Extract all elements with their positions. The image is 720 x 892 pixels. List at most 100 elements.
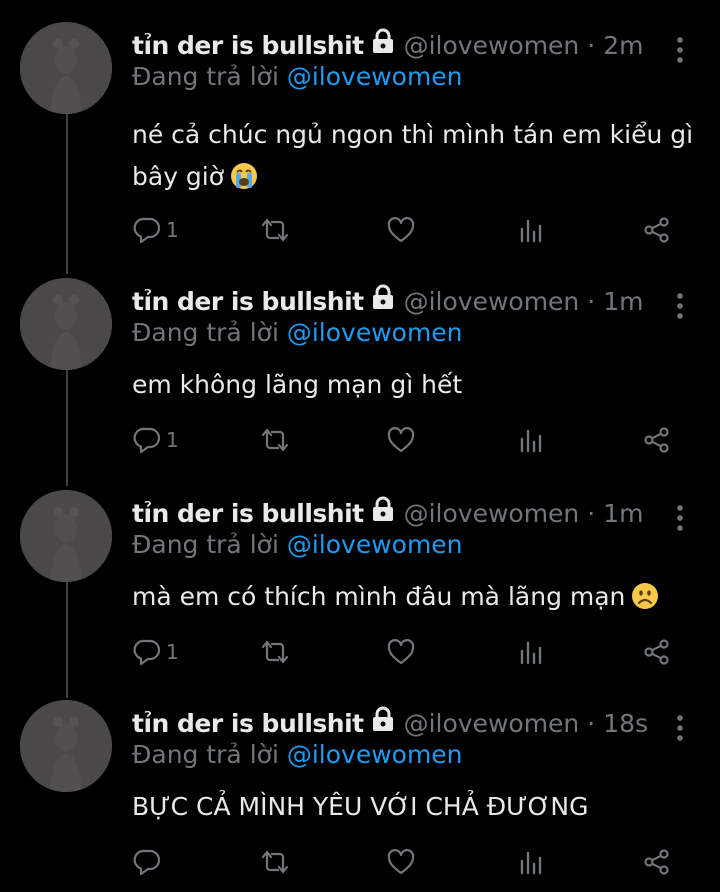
- tweet-text-line: mà em có thích mình đâu mà lãng mạn: [132, 576, 702, 618]
- heart-icon: [387, 639, 415, 665]
- reply-icon: [133, 427, 161, 454]
- tweet-text: em không lãng mạn gì hết: [132, 364, 702, 406]
- analytics-button[interactable]: [516, 424, 546, 456]
- tweet-text-line: bây giờ: [132, 156, 702, 198]
- more-vertical-icon[interactable]: [672, 714, 688, 744]
- share-button[interactable]: [642, 424, 672, 456]
- tweet-header: tỉn der is bullshit @ilovewomen · 1m: [132, 284, 644, 318]
- reply-icon: [133, 849, 161, 876]
- user-handle[interactable]: @ilovewomen: [404, 287, 580, 316]
- replying-to: Đang trả lời @ilovewomen: [132, 530, 463, 559]
- tweet[interactable]: tỉn der is bullshit @ilovewomen · 2m Đan…: [0, 22, 720, 260]
- reply-button[interactable]: [132, 846, 166, 878]
- replying-to-handle[interactable]: @ilovewomen: [287, 740, 463, 769]
- more-vertical-icon[interactable]: [672, 504, 688, 534]
- loudly-crying-face-icon: [231, 163, 258, 189]
- reply-icon: [133, 217, 161, 244]
- tweet-text-segment: bây giờ: [132, 162, 225, 191]
- reply-button[interactable]: 1: [132, 636, 179, 668]
- display-name[interactable]: tỉn der is bullshit: [132, 709, 364, 738]
- display-name[interactable]: tỉn der is bullshit: [132, 499, 364, 528]
- share-button[interactable]: [642, 214, 672, 246]
- user-handle[interactable]: @ilovewomen: [404, 31, 580, 60]
- share-icon: [644, 849, 669, 875]
- separator: ·: [587, 499, 596, 528]
- tweet-actions: 1: [132, 424, 692, 456]
- tweet-text-line: né cả chúc ngủ ngon thì mình tán em kiểu…: [132, 120, 694, 149]
- retweet-button[interactable]: [258, 846, 292, 878]
- tweet-text-segment: mà em có thích mình đâu mà lãng mạn: [132, 582, 626, 611]
- reply-button[interactable]: 1: [132, 214, 179, 246]
- tweet[interactable]: tỉn der is bullshit @ilovewomen · 18s Đa…: [0, 700, 720, 892]
- reply-count: 1: [166, 640, 179, 664]
- timestamp[interactable]: 1m: [603, 287, 643, 316]
- share-button[interactable]: [642, 846, 672, 878]
- timestamp[interactable]: 2m: [603, 31, 643, 60]
- replying-to-label: Đang trả lời: [132, 530, 279, 559]
- avatar-image: [20, 278, 112, 370]
- tweet[interactable]: tỉn der is bullshit @ilovewomen · 1m Đan…: [0, 278, 720, 476]
- like-button[interactable]: [386, 846, 416, 878]
- avatar-image: [20, 490, 112, 582]
- replying-to: Đang trả lời @ilovewomen: [132, 740, 463, 769]
- replying-to-handle[interactable]: @ilovewomen: [287, 62, 463, 91]
- retweet-button[interactable]: [258, 636, 292, 668]
- tweet-actions: 1: [132, 636, 692, 668]
- reply-count: 1: [166, 218, 179, 242]
- replying-to-label: Đang trả lời: [132, 318, 279, 347]
- avatar[interactable]: [20, 278, 112, 370]
- avatar-image: [20, 22, 112, 114]
- heart-icon: [387, 217, 415, 243]
- replying-to: Đang trả lời @ilovewomen: [132, 318, 463, 347]
- analytics-icon: [520, 429, 542, 453]
- retweet-icon: [261, 640, 289, 664]
- reply-count: 1: [166, 428, 179, 452]
- analytics-button[interactable]: [516, 214, 546, 246]
- replying-to-handle[interactable]: @ilovewomen: [287, 530, 463, 559]
- share-icon: [644, 639, 669, 665]
- frowning-face-icon: [632, 583, 659, 609]
- analytics-button[interactable]: [516, 846, 546, 878]
- display-name[interactable]: tỉn der is bullshit: [132, 31, 364, 60]
- separator: ·: [587, 287, 596, 316]
- user-handle[interactable]: @ilovewomen: [404, 499, 580, 528]
- more-vertical-icon[interactable]: [672, 292, 688, 322]
- tweet-text: né cả chúc ngủ ngon thì mình tán em kiểu…: [132, 114, 702, 198]
- share-icon: [644, 427, 669, 453]
- tweet-actions: [132, 846, 692, 878]
- tweet[interactable]: tỉn der is bullshit @ilovewomen · 1m Đan…: [0, 490, 720, 688]
- display-name[interactable]: tỉn der is bullshit: [132, 287, 364, 316]
- retweet-icon: [261, 218, 289, 242]
- share-button[interactable]: [642, 636, 672, 668]
- avatar[interactable]: [20, 22, 112, 114]
- replying-to-handle[interactable]: @ilovewomen: [287, 318, 463, 347]
- more-vertical-icon[interactable]: [672, 36, 688, 66]
- lock-icon: [372, 706, 393, 731]
- tweet-header: tỉn der is bullshit @ilovewomen · 18s: [132, 706, 648, 740]
- analytics-icon: [520, 851, 542, 875]
- retweet-icon: [261, 428, 289, 452]
- retweet-icon: [261, 850, 289, 874]
- tweet-actions: 1: [132, 214, 692, 246]
- tweet-text-line: em không lãng mạn gì hết: [132, 370, 463, 399]
- user-handle[interactable]: @ilovewomen: [404, 709, 580, 738]
- separator: ·: [587, 31, 596, 60]
- reply-button[interactable]: 1: [132, 424, 179, 456]
- avatar[interactable]: [20, 700, 112, 792]
- tweet-header: tỉn der is bullshit @ilovewomen · 1m: [132, 496, 644, 530]
- like-button[interactable]: [386, 636, 416, 668]
- timestamp[interactable]: 18s: [603, 709, 648, 738]
- lock-icon: [372, 284, 393, 309]
- analytics-button[interactable]: [516, 636, 546, 668]
- retweet-button[interactable]: [258, 424, 292, 456]
- retweet-button[interactable]: [258, 214, 292, 246]
- tweet-header: tỉn der is bullshit @ilovewomen · 2m: [132, 28, 644, 62]
- like-button[interactable]: [386, 214, 416, 246]
- avatar-image: [20, 700, 112, 792]
- analytics-icon: [520, 219, 542, 243]
- timestamp[interactable]: 1m: [603, 499, 643, 528]
- analytics-icon: [520, 641, 542, 665]
- avatar[interactable]: [20, 490, 112, 582]
- share-icon: [644, 217, 669, 243]
- like-button[interactable]: [386, 424, 416, 456]
